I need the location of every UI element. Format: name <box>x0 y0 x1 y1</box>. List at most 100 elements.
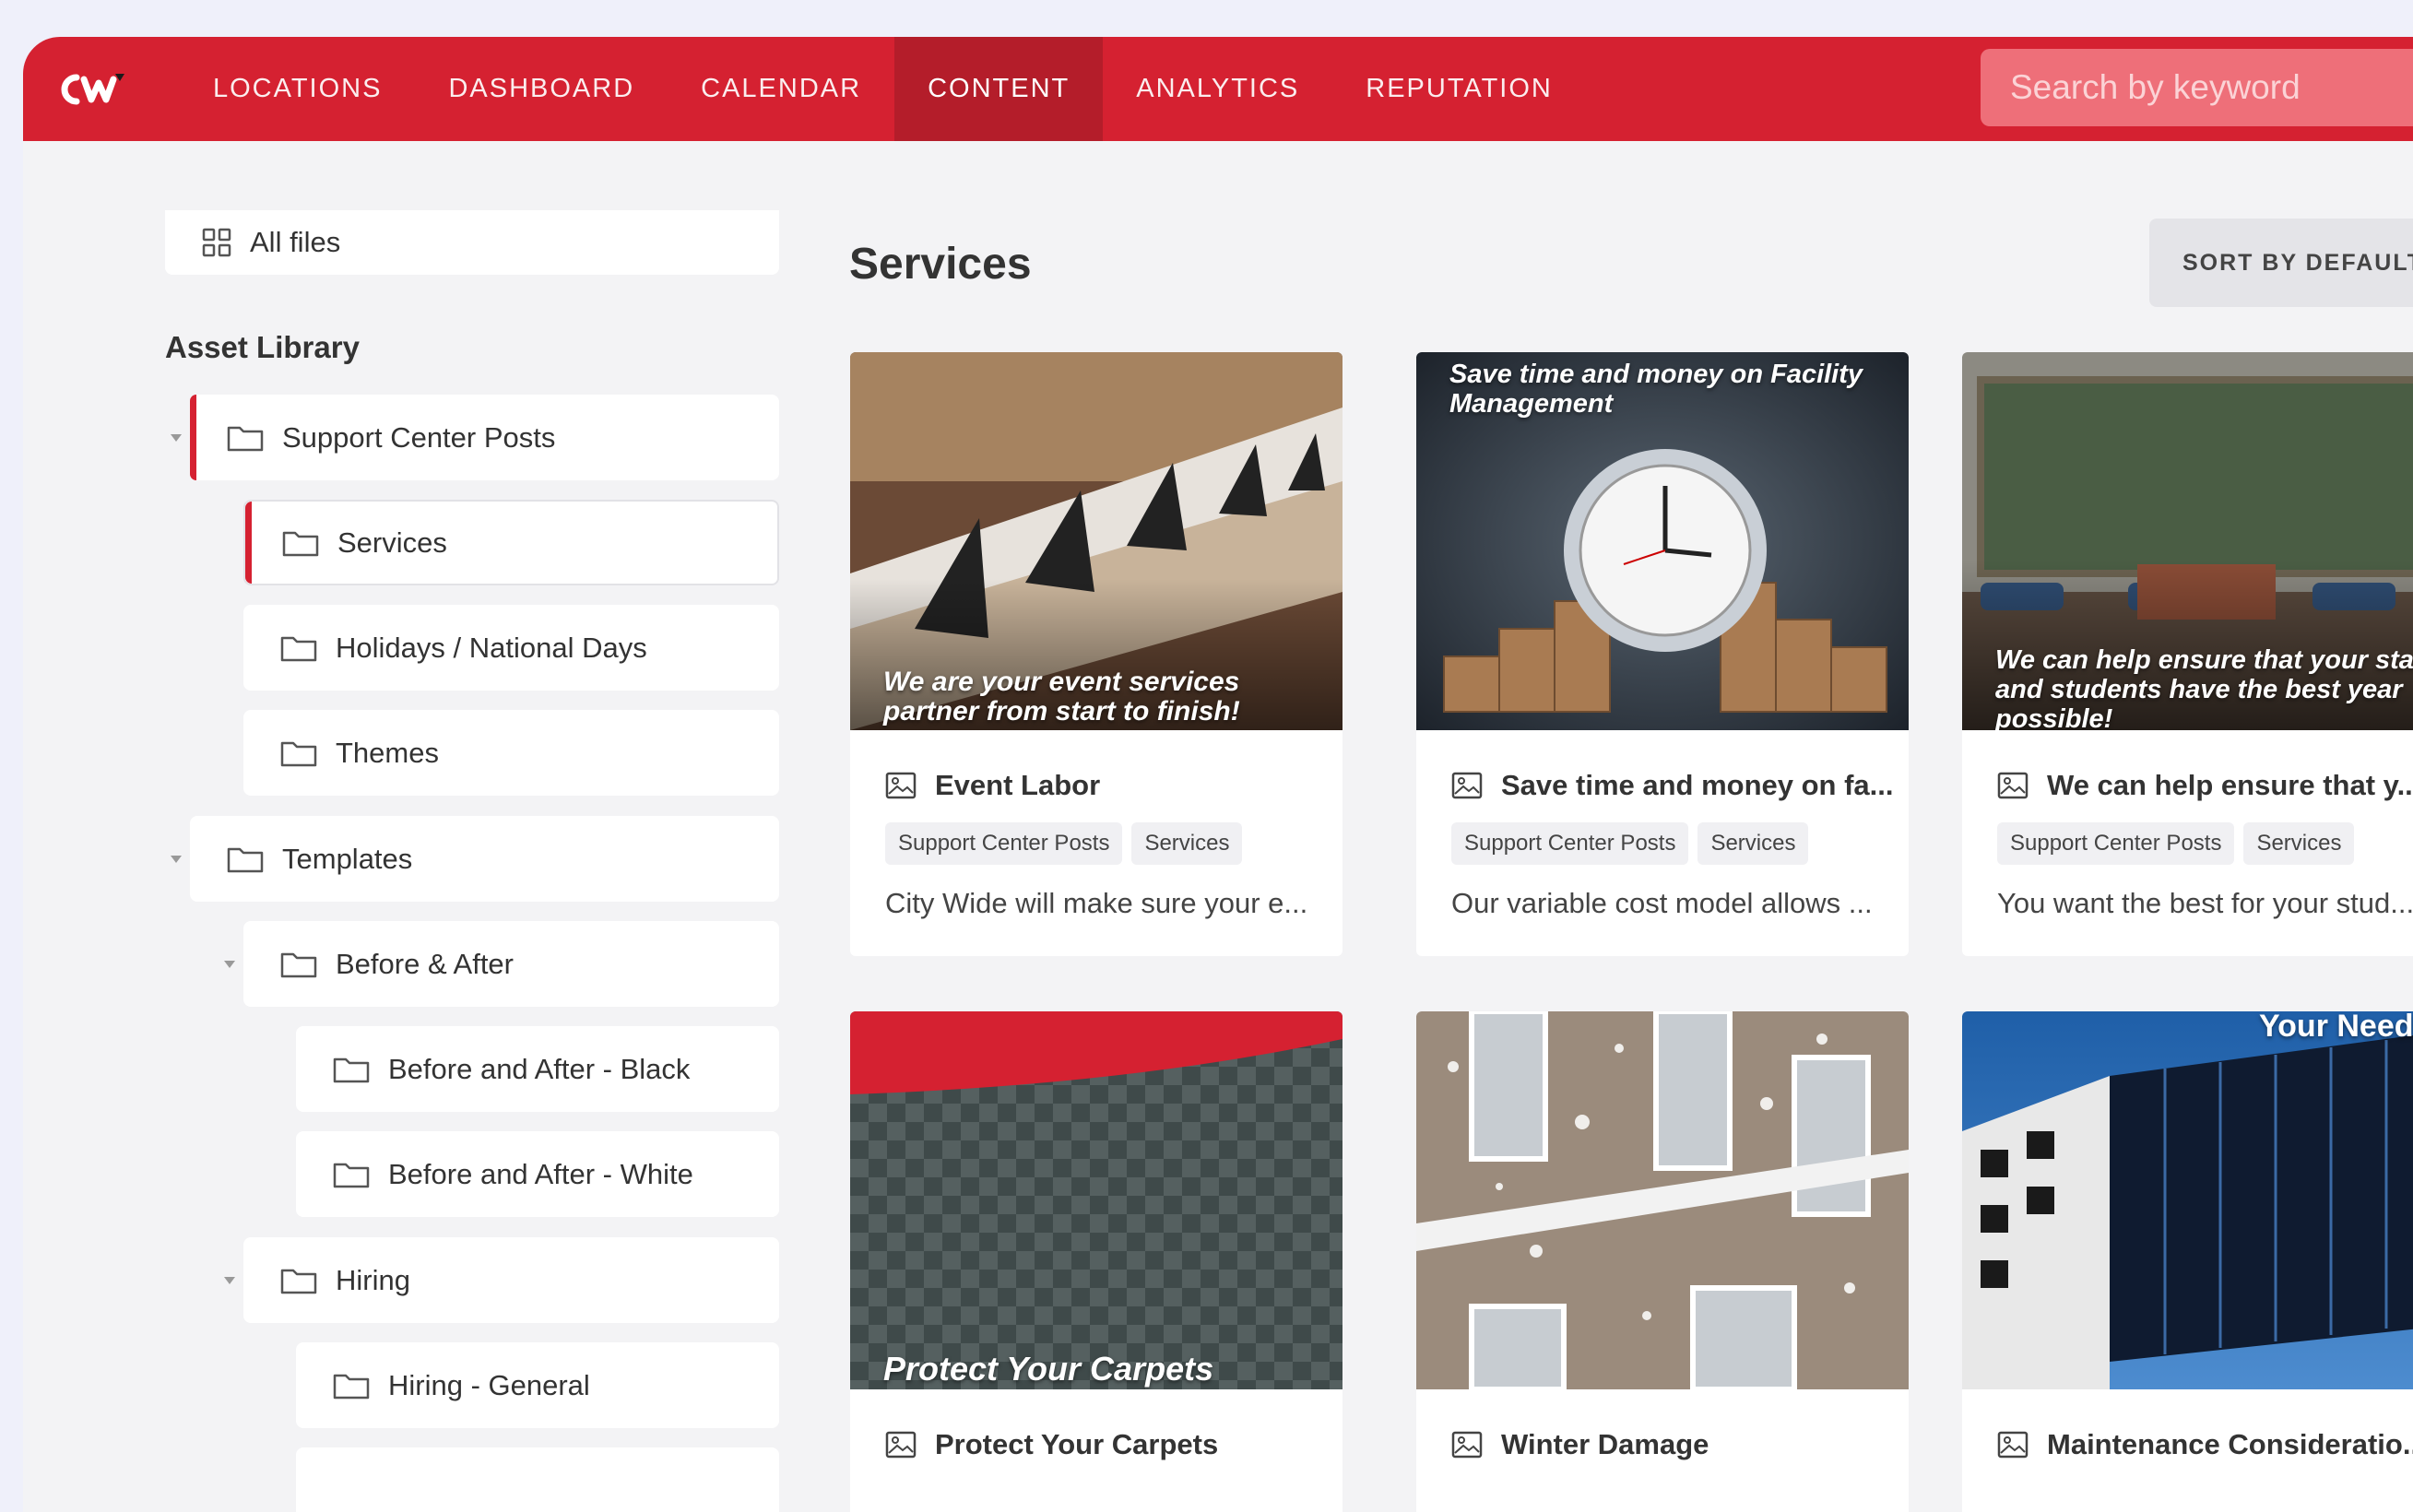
asset-card-winter-damage[interactable]: Winter Damage <box>1416 1011 1909 1512</box>
card-title-text: We can help ensure that y... <box>2047 769 2413 801</box>
thumbnail-caption: We are your event services partner from … <box>883 667 1240 726</box>
tag[interactable]: Services <box>1131 822 1243 865</box>
tag[interactable]: Services <box>1697 822 1809 865</box>
nav-calendar[interactable]: CALENDAR <box>668 37 894 141</box>
tag[interactable]: Support Center Posts <box>1997 822 2235 865</box>
nav-reputation[interactable]: REPUTATION <box>1332 37 1586 141</box>
selected-indicator <box>245 502 252 584</box>
asset-library-title: Asset Library <box>165 330 360 364</box>
card-title-text: Winter Damage <box>1501 1428 1709 1460</box>
folder-before-after-white[interactable]: Before and After - White <box>296 1131 779 1217</box>
active-branch-indicator <box>190 395 196 480</box>
folder-label: Before and After - White <box>388 1157 693 1190</box>
thumbnail-caption: We can help ensure that your staff and s… <box>1995 645 2413 730</box>
folder-label: Hiring - General <box>388 1368 590 1401</box>
folder-icon <box>333 1057 370 1082</box>
all-files-button[interactable]: All files <box>165 210 779 275</box>
tag[interactable]: Support Center Posts <box>885 822 1123 865</box>
folder-icon <box>227 847 264 872</box>
folder-support-center-posts[interactable]: Support Center Posts <box>190 395 779 480</box>
grid-icon <box>202 228 231 257</box>
folder-label: Support Center Posts <box>282 420 556 454</box>
folder-icon <box>280 1269 317 1293</box>
asset-card-event-labor[interactable]: We are your event services partner from … <box>850 352 1343 956</box>
folder-before-after-black[interactable]: Before and After - Black <box>296 1026 779 1112</box>
folder-services[interactable]: Services <box>243 500 779 585</box>
image-icon <box>1451 772 1483 799</box>
caret-down-icon[interactable] <box>221 956 238 973</box>
asset-card-protect-carpets[interactable]: Protect Your Carpets Protect Your Carpet… <box>850 1011 1343 1512</box>
folder-icon <box>227 426 264 451</box>
card-title: We can help ensure that y... <box>1997 769 2413 802</box>
nav-dashboard[interactable]: DASHBOARD <box>415 37 668 141</box>
folder-hiring-general[interactable]: Hiring - General <box>296 1342 779 1428</box>
card-thumbnail: We are your event services partner from … <box>850 352 1343 730</box>
thumbnail-caption: Save time and money on Facility Manageme… <box>1449 360 1863 419</box>
card-title: Event Labor <box>885 769 1100 802</box>
folder-label: Templates <box>282 842 413 875</box>
folder-label: Before & After <box>336 947 514 980</box>
image-icon <box>1997 1431 2029 1459</box>
asset-card-we-can-help[interactable]: We can help ensure that your staff and s… <box>1962 352 2413 956</box>
folder-label: Holidays / National Days <box>336 631 647 664</box>
card-description: City Wide will make sure your e... <box>885 887 1308 919</box>
card-thumbnail: Save time and money on Facility Manageme… <box>1416 352 1909 730</box>
thumbnail-caption: Your Needs <box>2259 1011 2413 1044</box>
nav-analytics[interactable]: ANALYTICS <box>1103 37 1332 141</box>
page-title: Services <box>849 240 1032 289</box>
folder-icon <box>333 1374 370 1399</box>
nav-locations[interactable]: LOCATIONS <box>180 37 415 141</box>
folder-before-after[interactable]: Before & After <box>243 921 779 1007</box>
folder-partial[interactable] <box>296 1447 779 1512</box>
card-title-text: Save time and money on fa... <box>1501 769 1894 801</box>
card-tags: Support Center Posts Services <box>1997 822 2355 865</box>
image-icon <box>885 772 917 799</box>
image-icon <box>1997 772 2029 799</box>
winter-building-image <box>1416 1011 1909 1389</box>
card-thumbnail <box>1416 1011 1909 1389</box>
image-icon <box>885 1431 917 1459</box>
tag[interactable]: Support Center Posts <box>1451 822 1689 865</box>
search-input[interactable] <box>2008 67 2413 108</box>
card-thumbnail: Your Needs <box>1962 1011 2413 1389</box>
card-title: Winter Damage <box>1451 1428 1709 1461</box>
tag[interactable]: Services <box>2243 822 2355 865</box>
caret-down-icon[interactable] <box>221 1272 238 1289</box>
folder-icon <box>280 741 317 766</box>
top-navigation: LOCATIONS DASHBOARD CALENDAR CONTENT ANA… <box>23 37 2413 141</box>
app-window: LOCATIONS DASHBOARD CALENDAR CONTENT ANA… <box>23 37 2413 1512</box>
brand-logo[interactable] <box>58 70 126 109</box>
folder-label: Services <box>337 526 447 559</box>
folder-label: Hiring <box>336 1263 410 1296</box>
folder-hiring[interactable]: Hiring <box>243 1237 779 1323</box>
folder-themes[interactable]: Themes <box>243 710 779 796</box>
card-title: Maintenance Consideratio... <box>1997 1428 2413 1461</box>
office-building-image <box>1962 1011 2413 1389</box>
asset-card-maintenance[interactable]: Your Needs Maintenance Consideratio... <box>1962 1011 2413 1512</box>
carpet-image <box>850 1011 1343 1389</box>
card-description: You want the best for your stud... <box>1997 887 2413 919</box>
card-title: Protect Your Carpets <box>885 1428 1218 1461</box>
folder-holidays[interactable]: Holidays / National Days <box>243 605 779 691</box>
card-title: Save time and money on fa... <box>1451 769 1894 802</box>
search-box <box>1981 49 2413 126</box>
card-thumbnail: Protect Your Carpets <box>850 1011 1343 1389</box>
folder-templates[interactable]: Templates <box>190 816 779 902</box>
folder-icon <box>280 952 317 977</box>
asset-card-save-time[interactable]: Save time and money on Facility Manageme… <box>1416 352 1909 956</box>
card-tags: Support Center Posts Services <box>885 822 1243 865</box>
caret-down-icon[interactable] <box>168 851 184 868</box>
nav-content[interactable]: CONTENT <box>894 37 1104 141</box>
caret-down-icon[interactable] <box>168 430 184 446</box>
image-icon <box>1451 1431 1483 1459</box>
folder-icon <box>282 531 319 556</box>
folder-label: Before and After - Black <box>388 1052 691 1085</box>
card-thumbnail: We can help ensure that your staff and s… <box>1962 352 2413 730</box>
nav-menu: LOCATIONS DASHBOARD CALENDAR CONTENT ANA… <box>180 37 1586 141</box>
folder-icon <box>333 1163 370 1187</box>
card-title-text: Protect Your Carpets <box>935 1428 1219 1460</box>
card-tags: Support Center Posts Services <box>1451 822 1809 865</box>
card-title-text: Event Labor <box>935 769 1101 801</box>
all-files-label: All files <box>250 226 341 258</box>
sort-button[interactable]: SORT BY DEFAULT <box>2149 219 2413 307</box>
